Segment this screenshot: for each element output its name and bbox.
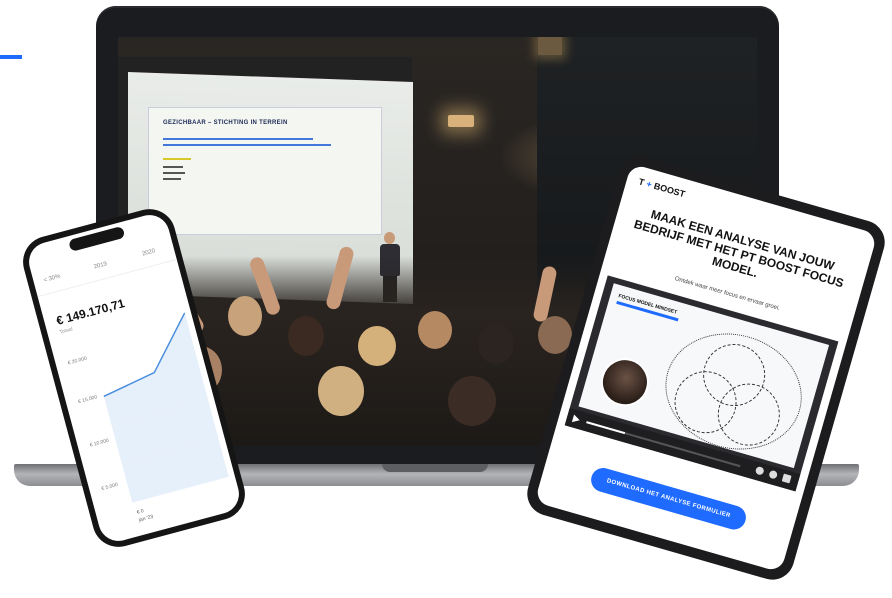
wall-lamp	[448, 115, 474, 127]
settings-icon[interactable]	[768, 469, 779, 480]
video-progress-fill	[586, 421, 626, 435]
phone-tab-2020[interactable]: 2020	[142, 248, 156, 257]
fullscreen-icon[interactable]	[781, 473, 792, 484]
video-player[interactable]: FOCUS MODEL MINDSET	[564, 275, 839, 492]
phone-tab-back[interactable]: < 30%	[43, 274, 61, 284]
pt-boost-logo: T + BOOST	[637, 176, 687, 200]
volume-icon[interactable]	[754, 465, 765, 476]
phone-y-label: € 20.000	[67, 355, 88, 367]
accent-line	[0, 55, 22, 59]
slide-text-line	[163, 144, 331, 146]
slide-text-line	[163, 178, 181, 180]
phone-x-label: jan '23	[138, 513, 154, 524]
ceiling-lamp	[538, 37, 562, 55]
phone-tab-bar: < 30% 2019 2020	[30, 233, 177, 298]
phone-y-label: € 10.000	[89, 437, 110, 449]
slide-title: GEZICHBAAR – STICHTING IN TERREIN	[163, 120, 288, 126]
slide-text-line	[163, 172, 185, 174]
phone-tab-2019[interactable]: 2019	[93, 261, 107, 270]
phone-y-label: € 15.000	[77, 394, 98, 406]
phone-x-label: € 0	[136, 508, 145, 516]
laptop-notch	[382, 464, 488, 472]
phone-total-value: € 149.170,71	[54, 296, 127, 328]
play-icon[interactable]	[571, 414, 581, 425]
phone-total-label: Totaal	[58, 326, 74, 336]
projected-slide: GEZICHBAAR – STICHTING IN TERREIN	[148, 107, 382, 235]
download-analysis-button[interactable]: DOWNLOAD HET ANALYSE FORMULIER	[588, 465, 749, 533]
phone-y-label: € 5.000	[100, 481, 119, 493]
slide-text-line	[163, 166, 183, 168]
slide-text-line	[163, 138, 313, 140]
slide-highlight-line	[163, 158, 191, 160]
